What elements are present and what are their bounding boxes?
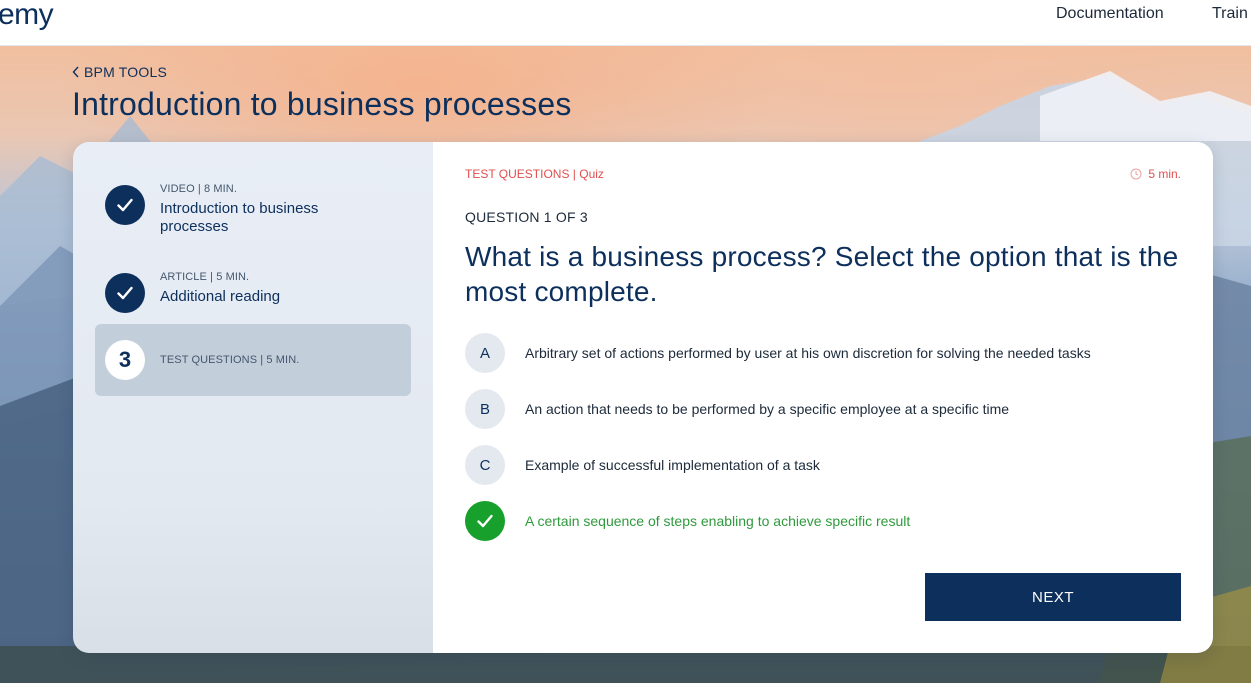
question-counter: QUESTION 1 OF 3: [465, 209, 588, 225]
brand-logo[interactable]: emy: [0, 0, 54, 32]
option-letter-badge: A: [465, 333, 505, 373]
answer-option-a[interactable]: A Arbitrary set of actions performed by …: [465, 333, 1185, 373]
page-title: Introduction to business processes: [72, 86, 572, 122]
option-text: An action that needs to be performed by …: [525, 401, 1010, 417]
lesson-card: VIDEO | 8 MIN. Introduction to business …: [73, 142, 1213, 653]
clock-icon: [1130, 168, 1142, 180]
correct-check-badge: [465, 501, 505, 541]
quiz-panel: TEST QUESTIONS | Quiz 5 min. QUESTION 1 …: [433, 142, 1213, 653]
option-text: A certain sequence of steps enabling to …: [525, 513, 911, 529]
option-text: Arbitrary set of actions performed by us…: [525, 345, 1091, 361]
sidebar-step-test-questions[interactable]: 3 TEST QUESTIONS | 5 MIN.: [95, 324, 411, 396]
option-letter-badge: B: [465, 389, 505, 429]
option-text: Example of successful implementation of …: [525, 457, 820, 473]
nav-training-link[interactable]: Train: [1212, 5, 1248, 23]
back-breadcrumb-link[interactable]: BPM TOOLS: [72, 64, 167, 80]
checkmark-icon: [117, 286, 133, 300]
answer-option-c[interactable]: C Example of successful implementation o…: [465, 445, 1185, 485]
step-title: Additional reading: [160, 288, 281, 305]
answer-option-b[interactable]: B An action that needs to be performed b…: [465, 389, 1185, 429]
back-breadcrumb-label: BPM TOOLS: [84, 64, 167, 80]
step-meta: VIDEO | 8 MIN.: [160, 183, 237, 195]
quiz-duration-label: 5 min.: [1148, 167, 1181, 181]
option-letter-badge: C: [465, 445, 505, 485]
next-button[interactable]: NEXT: [925, 573, 1181, 621]
quiz-duration: 5 min.: [1130, 167, 1181, 181]
answer-option-d[interactable]: A certain sequence of steps enabling to …: [465, 501, 1185, 541]
step-meta: ARTICLE | 5 MIN.: [160, 271, 250, 283]
chevron-left-icon: [72, 66, 79, 78]
top-navbar: emy Documentation Train: [0, 0, 1251, 46]
lesson-steps-sidebar: VIDEO | 8 MIN. Introduction to business …: [73, 142, 433, 653]
sidebar-step-video[interactable]: VIDEO | 8 MIN. Introduction to business …: [95, 170, 411, 242]
question-text: What is a business process? Select the o…: [465, 241, 1179, 307]
checkmark-icon: [117, 198, 133, 212]
nav-documentation-link[interactable]: Documentation: [1056, 5, 1164, 23]
step-number-badge: 3: [105, 340, 145, 380]
checkmark-icon: [477, 514, 493, 528]
step-title: Introduction to business processes: [160, 200, 319, 235]
quiz-kicker: TEST QUESTIONS | Quiz: [465, 167, 604, 181]
completed-check-badge: [105, 185, 145, 225]
completed-check-badge: [105, 273, 145, 313]
sidebar-step-article[interactable]: ARTICLE | 5 MIN. Additional reading: [95, 258, 411, 330]
step-meta: TEST QUESTIONS | 5 MIN.: [160, 354, 300, 366]
